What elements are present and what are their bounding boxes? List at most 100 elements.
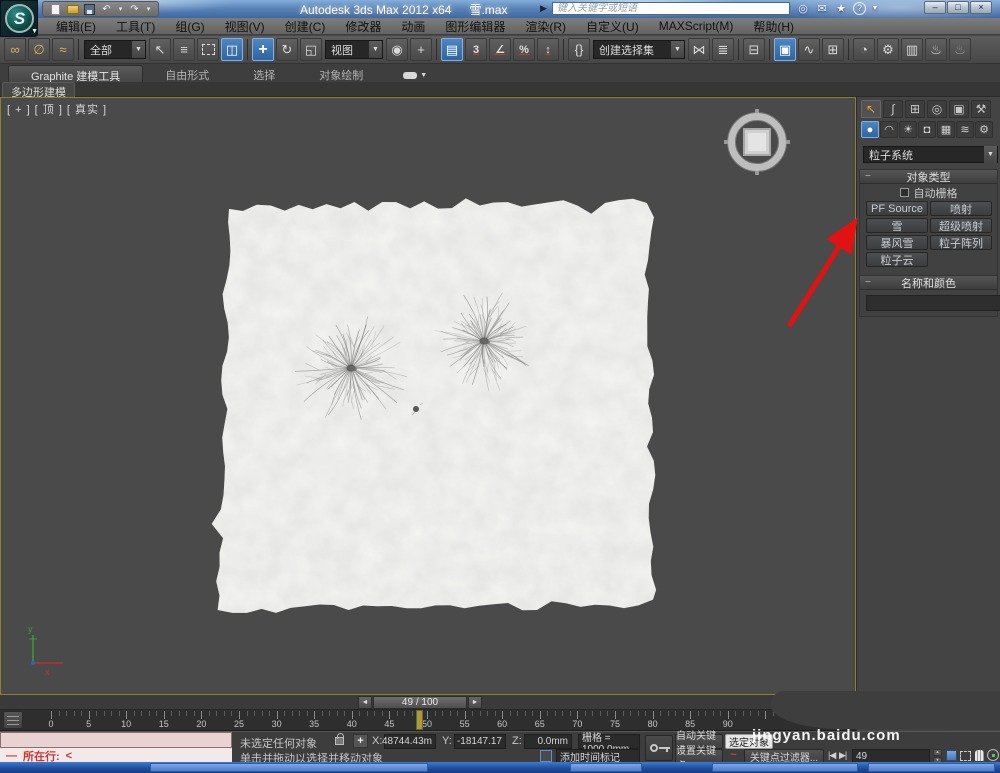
- snow-button[interactable]: 雪: [866, 218, 928, 233]
- cameras-category-icon[interactable]: ◘: [918, 121, 936, 138]
- graphite-ribbon-toggle-icon[interactable]: ▣: [774, 38, 796, 61]
- menu-item-MAXScript[interactable]: MAXScript(M): [649, 19, 744, 33]
- time-tag-icon[interactable]: [540, 750, 552, 762]
- orbit-icon[interactable]: [986, 748, 999, 761]
- selected-mode-dropdown[interactable]: 选定对象: [725, 734, 773, 749]
- infocenter-flyout-icon[interactable]: ▶: [540, 3, 547, 14]
- snap-toggle-3d-icon[interactable]: 3: [465, 38, 487, 61]
- save-file-icon[interactable]: [83, 3, 96, 15]
- create-tab-icon[interactable]: ↖: [861, 100, 881, 118]
- blizzard-button[interactable]: 暴风雪: [866, 235, 928, 250]
- select-object-icon[interactable]: ↖: [149, 38, 171, 61]
- motion-tab-icon[interactable]: ◎: [927, 100, 947, 118]
- menu-item-修改器[interactable]: 修改器: [335, 18, 391, 35]
- menu-item-工具[interactable]: 工具(T): [106, 18, 165, 35]
- bind-to-space-warp-icon[interactable]: ≈: [52, 38, 74, 61]
- pan-hand-icon[interactable]: [973, 749, 986, 762]
- window-crossing-icon[interactable]: ◫: [221, 38, 243, 61]
- taskbar-item[interactable]: [150, 763, 428, 772]
- display-tab-icon[interactable]: ▣: [949, 100, 969, 118]
- taskbar-item[interactable]: [712, 763, 858, 772]
- go-to-end-icon[interactable]: ▶|: [839, 750, 846, 761]
- viewport-menu-general[interactable]: [ + ]: [7, 104, 31, 116]
- geometry-category-icon[interactable]: ●: [861, 121, 879, 138]
- go-to-start-icon[interactable]: |◀: [828, 750, 835, 761]
- render-production-icon[interactable]: ♨: [925, 38, 947, 61]
- ribbon-tab-选择[interactable]: 选择: [231, 65, 297, 82]
- undo-caret-icon[interactable]: ▾: [117, 3, 124, 15]
- name-color-rollout-header[interactable]: − 名称和颜色: [860, 276, 997, 290]
- rect-selection-region-icon[interactable]: [197, 38, 219, 61]
- zoom-region-icon[interactable]: [959, 749, 972, 762]
- utilities-tab-icon[interactable]: ⚒: [971, 100, 991, 118]
- maxscript-mini-listener[interactable]: — 所在行: <: [0, 732, 232, 763]
- maximize-button[interactable]: □: [947, 1, 969, 14]
- menu-item-视图[interactable]: 视图(V): [215, 18, 275, 35]
- minimize-button[interactable]: –: [924, 1, 946, 14]
- selection-filter-dropdown[interactable]: 全部▼: [84, 40, 146, 59]
- ribbon-tab-Graphite 建模工具[interactable]: Graphite 建模工具: [8, 65, 143, 82]
- open-mini-curve-editor-button[interactable]: [3, 711, 23, 729]
- 3dsmax-logo[interactable]: S ▼: [0, 0, 38, 37]
- menu-item-动画[interactable]: 动画: [391, 18, 435, 35]
- percent-snap-icon[interactable]: %: [513, 38, 535, 61]
- render-setup-icon[interactable]: ⚙: [877, 38, 899, 61]
- ribbon-tab-对象绘制[interactable]: 对象绘制: [297, 65, 385, 82]
- select-and-move-icon[interactable]: +: [252, 38, 274, 61]
- new-key-settings-icon[interactable]: ~: [726, 749, 741, 762]
- object-type-rollout-header[interactable]: − 对象类型: [860, 170, 997, 184]
- keyboard-shortcut-override-icon[interactable]: ▤: [441, 38, 463, 61]
- previous-frame-button[interactable]: ◄: [358, 696, 372, 709]
- track-bar[interactable]: 051015202530354045505560657075808590: [0, 710, 856, 731]
- spinner-snap-icon[interactable]: ↕: [537, 38, 559, 61]
- z-coordinate-field[interactable]: 0.0mm: [524, 734, 572, 749]
- taskbar-item[interactable]: [570, 763, 642, 772]
- lights-category-icon[interactable]: ☀: [899, 121, 917, 138]
- next-frame-button[interactable]: ►: [468, 696, 482, 709]
- super-spray-button[interactable]: 超级喷射: [930, 218, 992, 233]
- undo-icon[interactable]: ↶: [100, 3, 113, 15]
- viewport-menu-view[interactable]: [ 顶 ]: [35, 104, 63, 116]
- object-name-field[interactable]: [866, 295, 1000, 311]
- angle-snap-icon[interactable]: ∠: [489, 38, 511, 61]
- help-menu-caret-icon[interactable]: ▼: [871, 5, 879, 12]
- help-icon[interactable]: ?: [853, 2, 866, 15]
- layer-manager-icon[interactable]: ⊟: [743, 38, 765, 61]
- menu-item-图形编辑器[interactable]: 图形编辑器: [435, 18, 515, 35]
- favorites-icon[interactable]: ★: [834, 2, 848, 15]
- taskbar-item[interactable]: [868, 763, 995, 772]
- named-selection-dropdown[interactable]: 创建选择集▼: [593, 40, 685, 59]
- autogrid-checkbox[interactable]: [900, 188, 909, 197]
- spray-button[interactable]: 喷射: [930, 201, 992, 216]
- communication-center-icon[interactable]: ✉: [815, 2, 829, 15]
- particle-array-button[interactable]: 粒子阵列: [930, 235, 992, 250]
- select-and-scale-icon[interactable]: ◱: [300, 38, 322, 61]
- rendered-frame-window-icon[interactable]: ▥: [901, 38, 923, 61]
- transform-typein-icon[interactable]: +: [353, 734, 368, 748]
- menu-item-编辑[interactable]: 编辑(E): [46, 18, 106, 35]
- time-slider-track[interactable]: ◄ 49 / 100 ►: [0, 695, 856, 710]
- current-frame-marker[interactable]: [416, 710, 423, 730]
- x-coordinate-field[interactable]: 48744.43m: [384, 734, 436, 749]
- helpers-category-icon[interactable]: ▦: [937, 121, 955, 138]
- viewcube[interactable]: [726, 111, 788, 173]
- select-and-manipulate-icon[interactable]: +: [410, 38, 432, 61]
- time-slider[interactable]: 49 / 100: [373, 696, 467, 709]
- space-warps-category-icon[interactable]: ≋: [956, 121, 974, 138]
- viewport-label[interactable]: [ + ][ 顶 ][ 真实 ]: [7, 101, 111, 117]
- viewport[interactable]: yx [ + ][ 顶 ][ 真实 ]: [0, 97, 856, 695]
- shapes-category-icon[interactable]: ◠: [880, 121, 898, 138]
- listener-input[interactable]: [0, 732, 232, 748]
- infocenter-search-input[interactable]: [552, 2, 790, 15]
- hierarchy-tab-icon[interactable]: ⊞: [905, 100, 925, 118]
- select-and-rotate-icon[interactable]: ↻: [276, 38, 298, 61]
- particle-cloud-button[interactable]: 粒子云: [866, 252, 928, 267]
- curve-editor-icon[interactable]: ∿: [798, 38, 820, 61]
- menu-item-帮助[interactable]: 帮助(H): [743, 18, 804, 35]
- pf-source-button[interactable]: PF Source: [866, 201, 928, 216]
- menu-item-渲染[interactable]: 渲染(R): [515, 18, 576, 35]
- ribbon-tab-自由形式[interactable]: 自由形式: [143, 65, 231, 82]
- key-mode-toggle-icon[interactable]: [945, 749, 958, 762]
- select-by-name-icon[interactable]: ≡: [173, 38, 195, 61]
- search-icon[interactable]: ◎: [796, 2, 810, 15]
